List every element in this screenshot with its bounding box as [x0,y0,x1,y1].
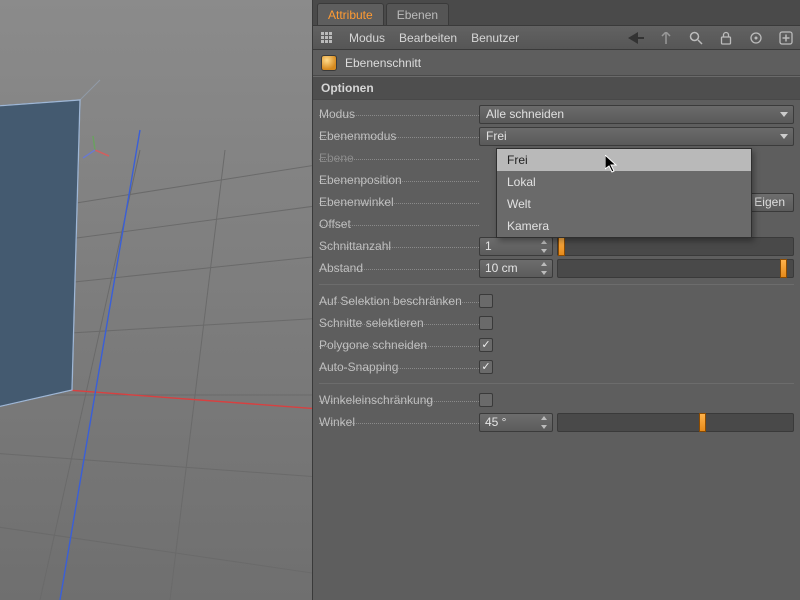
plane-cut-icon [321,55,337,71]
target-icon[interactable] [748,30,764,46]
ebenenmodus-menu[interactable]: Frei Lokal Welt Kamera [496,148,752,238]
nav-back-icon[interactable] [628,30,644,46]
label-ebene: Ebene [319,151,479,165]
checkbox-schnitte-sel[interactable] [479,316,493,330]
origin-gizmo [83,136,109,158]
menu-benutzer[interactable]: Benutzer [471,31,519,45]
3d-viewport[interactable] [0,0,312,600]
label-schnitte-sel: Schnitte selektieren [319,316,479,330]
search-icon[interactable] [688,30,704,46]
dropdown-modus[interactable]: Alle schneiden [479,105,794,124]
label-ebenenmodus: Ebenenmodus [319,129,479,143]
tab-attribute[interactable]: Attribute [317,3,384,25]
option-welt[interactable]: Welt [497,193,751,215]
label-winkel-einschr: Winkeleinschränkung [319,393,479,407]
option-frei[interactable]: Frei [497,149,751,171]
slider-abstand[interactable] [557,259,794,278]
label-ebenenposition: Ebenenposition [319,173,479,187]
menu-modus[interactable]: Modus [349,31,385,45]
add-icon[interactable] [778,30,794,46]
checkbox-auf-selektion[interactable] [479,294,493,308]
input-abstand[interactable]: 10 cm [479,259,553,278]
label-schnittanzahl: Schnittanzahl [319,239,479,253]
cube-object [0,80,100,420]
label-abstand: Abstand [319,261,479,275]
label-ebenenwinkel: Ebenenwinkel [319,195,479,209]
menu-bearbeiten[interactable]: Bearbeiten [399,31,457,45]
dropdown-ebenenmodus[interactable]: Frei [479,127,794,146]
attribute-panel: Attribute Ebenen Modus Bearbeiten Benutz… [312,0,800,600]
attribute-toolbar: Modus Bearbeiten Benutzer [313,26,800,50]
label-offset: Offset [319,217,479,231]
eigen-button[interactable]: Eigen [745,193,794,212]
label-winkel: Winkel [319,415,479,429]
slider-winkel[interactable] [557,413,794,432]
tab-ebenen[interactable]: Ebenen [386,3,449,25]
label-auf-selektion: Auf Selektion beschränken [319,294,479,308]
nav-up-icon[interactable] [658,30,674,46]
panel-tabs: Attribute Ebenen [313,0,800,26]
checkbox-winkel-einschr[interactable] [479,393,493,407]
option-kamera[interactable]: Kamera [497,215,751,237]
label-poly-schneiden: Polygone schneiden [319,338,479,352]
checkbox-poly-schneiden[interactable] [479,338,493,352]
lock-icon[interactable] [718,30,734,46]
label-auto-snap: Auto-Snapping [319,360,479,374]
label-modus: Modus [319,107,479,121]
option-lokal[interactable]: Lokal [497,171,751,193]
input-schnittanzahl[interactable]: 1 [479,237,553,256]
object-header: Ebenenschnitt [313,50,800,76]
slider-schnittanzahl[interactable] [557,237,794,256]
input-winkel[interactable]: 45 ° [479,413,553,432]
object-name: Ebenenschnitt [345,56,421,70]
grid-icon[interactable] [319,30,335,46]
section-optionen[interactable]: Optionen [313,76,800,100]
checkbox-auto-snap[interactable] [479,360,493,374]
